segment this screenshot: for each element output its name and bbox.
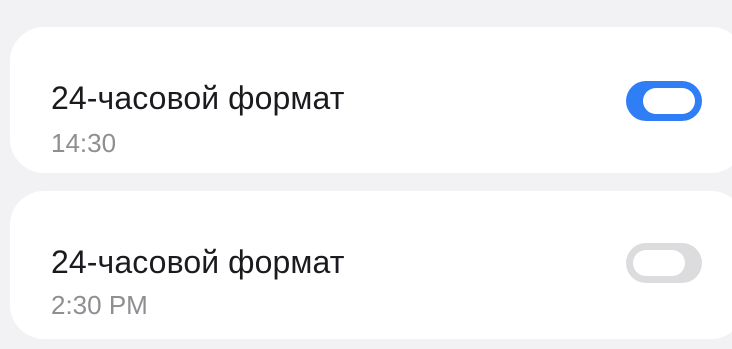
setting-title: 24-часовой формат xyxy=(51,244,345,280)
setting-row-24h-off[interactable]: 24-часовой формат 2:30 PM xyxy=(10,191,732,339)
setting-example-time: 14:30 xyxy=(51,128,117,158)
toggle-switch-off[interactable] xyxy=(626,243,702,283)
setting-row-24h-on[interactable]: 24-часовой формат 14:30 xyxy=(10,27,732,173)
setting-title: 24-часовой формат xyxy=(51,80,345,116)
toggle-knob xyxy=(643,88,695,114)
toggle-switch-on[interactable] xyxy=(626,81,702,121)
toggle-knob xyxy=(633,250,685,276)
settings-page: 24-часовой формат 14:30 24-часовой форма… xyxy=(0,0,732,349)
setting-example-time: 2:30 PM xyxy=(51,290,148,320)
